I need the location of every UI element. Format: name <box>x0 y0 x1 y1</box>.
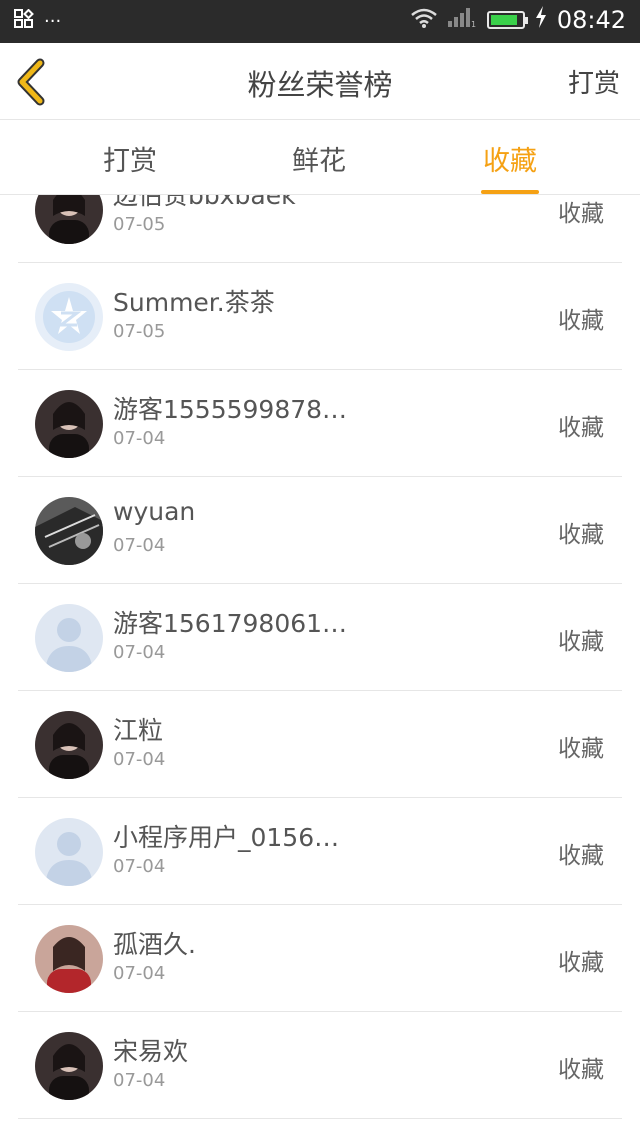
action-label: 收藏 <box>558 415 604 441</box>
action-label: 收藏 <box>558 1057 604 1083</box>
status-time: 08:42 <box>556 6 626 34</box>
list-item[interactable]: 边伯贤bbxbaek 07-05 收藏 <box>18 195 622 263</box>
user-name: 小程序用户_0156… <box>113 823 340 852</box>
charging-icon <box>535 6 547 34</box>
list-item[interactable]: Summer.茶茶 07-05 收藏 <box>18 263 622 370</box>
list-item[interactable]: wyuan 07-04 收藏 <box>18 477 622 584</box>
avatar[interactable] <box>35 604 103 672</box>
tab-favorites[interactable]: 收藏 <box>450 139 570 194</box>
user-name: 游客1555599878… <box>113 395 348 424</box>
user-name: 宋易欢 <box>113 1037 189 1066</box>
user-name: 江粒 <box>113 716 164 745</box>
list-item[interactable]: 游客1561798061… 07-04 收藏 <box>18 584 622 691</box>
nav-bar: 粉丝荣誉榜 打赏 <box>0 43 640 120</box>
avatar[interactable] <box>35 711 103 779</box>
reward-button[interactable]: 打赏 <box>568 63 620 100</box>
list-item[interactable]: 游客1555599878… 07-04 收藏 <box>18 370 622 477</box>
tab-reward[interactable]: 打赏 <box>70 139 190 178</box>
avatar[interactable] <box>35 390 103 458</box>
item-date: 07-04 <box>113 856 166 877</box>
avatar[interactable] <box>35 195 103 244</box>
notification-more-icon: ··· <box>44 11 62 32</box>
avatar[interactable] <box>35 283 103 351</box>
avatar[interactable] <box>35 818 103 886</box>
page-title: 粉丝荣誉榜 <box>247 68 393 102</box>
list-item[interactable]: 小程序用户_0156… 07-04 收藏 <box>18 798 622 905</box>
wifi-icon <box>411 6 437 34</box>
list-item[interactable]: 江粒 07-04 收藏 <box>18 691 622 798</box>
tab-bar: 打赏 鲜花 收藏 <box>0 121 640 195</box>
tab-flowers[interactable]: 鲜花 <box>259 139 379 178</box>
list-item[interactable]: 宋易欢 07-04 收藏 <box>18 1012 622 1119</box>
item-date: 07-04 <box>113 642 166 663</box>
user-name: 孤酒久. <box>113 930 196 959</box>
action-label: 收藏 <box>558 950 604 976</box>
battery-icon <box>486 11 528 29</box>
avatar[interactable] <box>35 497 103 565</box>
app-grid-icon <box>14 8 34 34</box>
status-bar: ··· 1 08:42 <box>0 0 640 43</box>
action-label: 收藏 <box>558 736 604 762</box>
item-date: 07-04 <box>113 1070 166 1091</box>
avatar[interactable] <box>35 1032 103 1100</box>
signal-icon: 1 <box>447 6 477 34</box>
item-date: 07-04 <box>113 428 166 449</box>
avatar[interactable] <box>35 925 103 993</box>
list-item[interactable]: 孤酒久. 07-04 收藏 <box>18 905 622 1012</box>
svg-text:1: 1 <box>471 20 476 28</box>
tab-indicator <box>481 190 539 194</box>
user-name: 边伯贤bbxbaek <box>113 195 296 210</box>
item-date: 07-04 <box>113 749 166 770</box>
item-date: 07-04 <box>113 535 166 556</box>
item-date: 07-04 <box>113 963 166 984</box>
action-label: 收藏 <box>558 629 604 655</box>
user-name: wyuan <box>113 497 196 526</box>
action-label: 收藏 <box>558 522 604 548</box>
item-date: 07-05 <box>113 321 166 342</box>
action-label: 收藏 <box>558 843 604 869</box>
tab-label: 鲜花 <box>292 146 346 177</box>
action-label: 收藏 <box>558 308 604 334</box>
user-name: Summer.茶茶 <box>113 288 275 317</box>
fan-list[interactable]: 边伯贤bbxbaek 07-05 收藏 Summer.茶茶 07-05 收藏 游… <box>0 195 640 1138</box>
user-name: 游客1561798061… <box>113 609 348 638</box>
tab-label: 打赏 <box>103 146 157 177</box>
action-label: 收藏 <box>558 201 604 227</box>
item-date: 07-05 <box>113 214 166 235</box>
tab-label: 收藏 <box>483 146 537 177</box>
